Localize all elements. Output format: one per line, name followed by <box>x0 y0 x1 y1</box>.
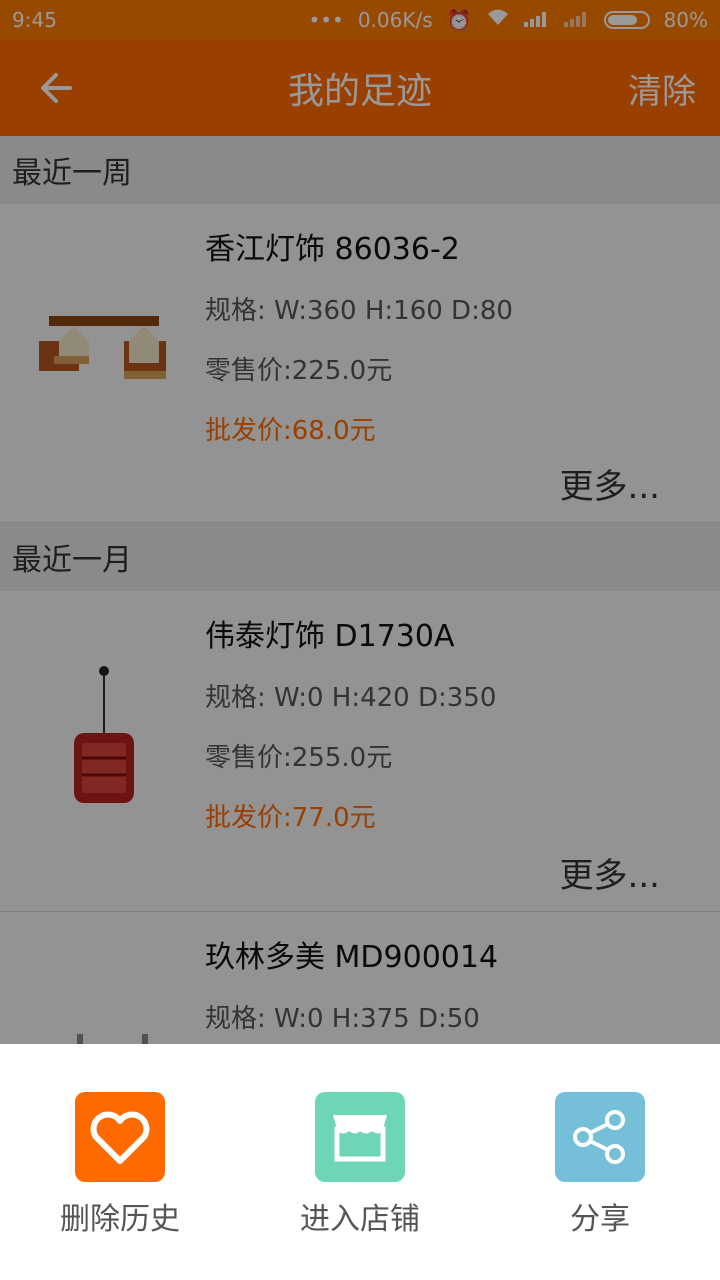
share-icon <box>555 1092 645 1182</box>
enter-store-label: 进入店铺 <box>300 1202 420 1237</box>
action-sheet: 删除历史 进入店铺 分享 <box>0 1044 720 1280</box>
store-icon <box>315 1092 405 1182</box>
delete-history-label: 删除历史 <box>60 1202 180 1237</box>
delete-history-button[interactable]: 删除历史 <box>0 1044 240 1280</box>
dim-overlay[interactable] <box>0 0 720 1044</box>
share-button[interactable]: 分享 <box>480 1044 720 1280</box>
heart-icon <box>75 1092 165 1182</box>
enter-store-button[interactable]: 进入店铺 <box>240 1044 480 1280</box>
share-label: 分享 <box>570 1202 630 1237</box>
